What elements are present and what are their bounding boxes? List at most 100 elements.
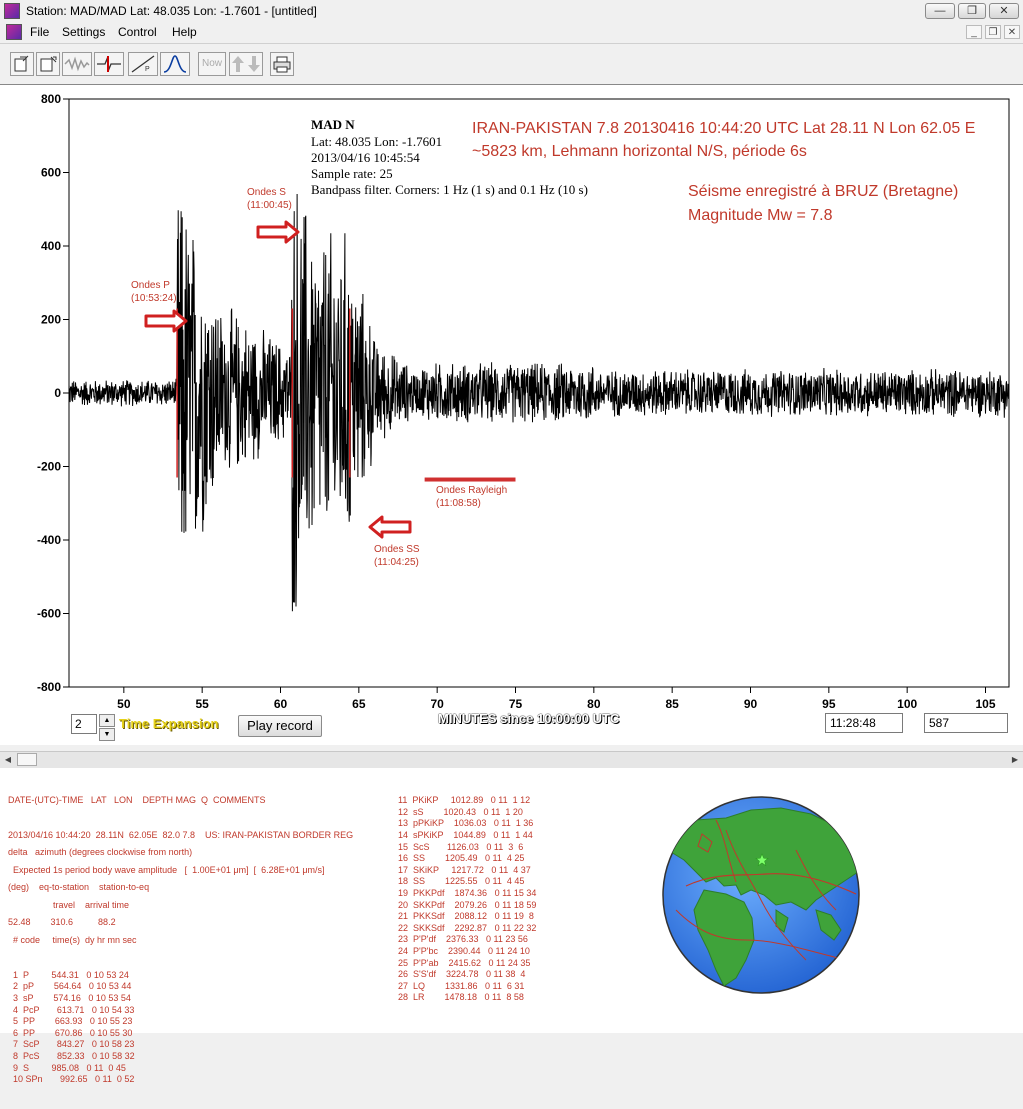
s-wave-label: Ondes S (247, 187, 286, 198)
event-title: IRAN-PAKISTAN 7.8 20130416 10:44:20 UTC … (472, 120, 975, 137)
x-tick-label: 65 (352, 697, 366, 711)
travel-row: 19 PKKPdf 1874.36 0 11 15 34 (398, 887, 537, 898)
mdi-close-button[interactable]: ✕ (1004, 25, 1020, 39)
y-tick-label: 200 (41, 313, 61, 327)
travel-row: 13 pPKiKP 1036.03 0 11 1 36 (398, 818, 534, 829)
seismogram-trace (68, 193, 1010, 612)
pick-icon[interactable] (94, 52, 124, 76)
travel-row: 26 S'S'df 3224.78 0 11 38 4 (398, 969, 526, 980)
time-expansion-label: Time Expansion (119, 716, 219, 731)
toolbar: P Now (0, 43, 1023, 85)
app-icon (4, 3, 20, 19)
horizontal-scrollbar[interactable]: ◀ ▶ (0, 751, 1023, 769)
event-distance: ~5823 km, Lehmann horizontal N/S, périod… (472, 143, 807, 160)
window-title: Station: MAD/MAD Lat: 48.035 Lon: -1.760… (26, 4, 317, 18)
travel-row: 7 ScP 843.27 0 10 58 23 (8, 1039, 135, 1050)
x-tick-label: 100 (897, 697, 917, 711)
y-tick-label: 0 (54, 386, 61, 400)
travel-row: 11 PKiKP 1012.89 0 11 1 12 (398, 795, 531, 806)
travel-row: 28 LR 1478.18 0 11 8 58 (398, 992, 524, 1003)
clock-field[interactable]: 11:28:48 (825, 713, 903, 733)
travel-header: travel arrival time (8, 900, 130, 911)
expansion-down-button[interactable]: ▼ (99, 728, 115, 741)
travel-row: 5 PP 663.93 0 10 55 23 (8, 1016, 133, 1027)
mdi-minimize-button[interactable]: _ (966, 25, 982, 39)
event-location: Séisme enregistré à BRUZ (Bretagne) (688, 183, 958, 200)
x-tick-label: 75 (509, 697, 523, 711)
waveform-icon[interactable] (62, 52, 92, 76)
clock-value: 11:28:48 (830, 716, 876, 730)
filter-info: Bandpass filter. Corners: 1 Hz (1 s) and… (311, 182, 588, 197)
travel-row: 22 SKKSdf 2292.87 0 11 22 32 (398, 922, 537, 933)
open-file-icon[interactable] (10, 52, 34, 76)
travel-row: 10 SPn 992.65 0 11 0 52 (8, 1074, 135, 1085)
info-column-header: DATE-(UTC)-TIME LAT LON DEPTH MAG Q COMM… (8, 795, 266, 806)
delta-header: delta azimuth (degrees clockwise from no… (8, 847, 193, 858)
p-wave-time: (10:53:24) (131, 293, 177, 304)
x-tick-label: 60 (274, 697, 288, 711)
expansion-up-button[interactable]: ▲ (99, 714, 115, 727)
y-tick-label: 800 (41, 92, 61, 106)
rayleigh-marker (424, 477, 516, 482)
title-bar: Station: MAD/MAD Lat: 48.035 Lon: -1.760… (0, 0, 1023, 23)
travel-row: 21 PKKSdf 2088.12 0 11 19 8 (398, 911, 534, 922)
menu-help[interactable]: Help (172, 25, 197, 39)
minimize-button[interactable]: — (925, 3, 955, 19)
now-button[interactable]: Now (198, 52, 226, 76)
travel-row: 9 S 985.08 0 11 0 45 (8, 1062, 126, 1073)
x-tick-label: 105 (975, 697, 995, 711)
y-tick-label: 600 (41, 166, 61, 180)
x-tick-label: 50 (117, 697, 131, 711)
station-latlon: Lat: 48.035 Lon: -1.7601 (311, 134, 442, 149)
count-field[interactable]: 587 (924, 713, 1008, 733)
restore-button[interactable]: ❐ (958, 3, 986, 19)
station-label: MAD N (311, 117, 355, 132)
menu-bar: File Settings Control Help _ ❐ ✕ (0, 22, 1023, 42)
x-tick-label: 85 (665, 697, 679, 711)
y-tick-label: -400 (37, 533, 61, 547)
event-magnitude: Magnitude Mw = 7.8 (688, 207, 833, 224)
mdi-restore-button[interactable]: ❐ (985, 25, 1001, 39)
travel-row: 16 SS 1205.49 0 11 4 25 (398, 853, 525, 864)
travel-row: 27 LQ 1331.86 0 11 6 31 (398, 980, 525, 991)
travel-row: 24 P'P'bc 2390.44 0 11 24 10 (398, 945, 530, 956)
spectrum-icon[interactable] (160, 52, 190, 76)
menu-file[interactable]: File (30, 25, 49, 39)
travel-row: 2 pP 564.64 0 10 53 44 (8, 981, 132, 992)
scroll-left-arrow[interactable]: ◀ (0, 752, 16, 768)
travel-row: 6 PP 670.86 0 10 55 30 (8, 1027, 133, 1038)
play-record-button[interactable]: Play record (238, 715, 322, 737)
document-icon[interactable] (6, 24, 22, 40)
up-down-arrows-icon[interactable] (229, 52, 263, 76)
travel-row: 4 PcP 613.71 0 10 54 33 (8, 1004, 135, 1015)
seismogram-chart[interactable]: 800 600 400 200 0 -200 -400 -600 -800 50 55 60 65 70… (0, 85, 1023, 745)
travel-table-continued: 11 PKiKP 1012.89 0 11 1 12 12 sS 1020.43 … (398, 772, 536, 1027)
filter-icon[interactable]: P (128, 52, 158, 76)
printer-icon[interactable] (270, 52, 294, 76)
arrow-ss (368, 515, 412, 539)
save-file-icon[interactable] (36, 52, 60, 76)
s-wave-time: (11:00:45) (247, 200, 292, 211)
x-tick-label: 80 (587, 697, 601, 711)
record-datetime: 2013/04/16 10:45:54 (311, 150, 420, 165)
rayleigh-wave-time: (11:08:58) (436, 498, 481, 509)
x-axis-label: MINUTES since 10:00:00 UTC (438, 711, 620, 726)
close-button[interactable]: ✕ (989, 3, 1019, 19)
travel-row: 8 PcS 852.33 0 10 58 32 (8, 1050, 135, 1061)
travel-row: 3 sP 574.16 0 10 53 54 (8, 992, 131, 1003)
expansion-value: 2 (75, 717, 82, 731)
travel-row: 23 P'P'df 2376.33 0 11 23 56 (398, 934, 528, 945)
travel-row: 12 sS 1020.43 0 11 1 20 (398, 806, 523, 817)
y-tick-label: -800 (37, 680, 61, 694)
arrow-s (256, 220, 300, 244)
sample-rate: Sample rate: 25 (311, 166, 393, 181)
count-value: 587 (929, 716, 950, 730)
menu-control[interactable]: Control (118, 25, 157, 39)
menu-settings[interactable]: Settings (62, 25, 105, 39)
seismogram-panel: 800 600 400 200 0 -200 -400 -600 -800 50 55 60 65 70… (0, 84, 1023, 745)
x-tick-label: 90 (744, 697, 758, 711)
expansion-field[interactable]: 2 (71, 714, 97, 734)
y-tick-label: 400 (41, 239, 61, 253)
scroll-thumb[interactable] (17, 753, 37, 766)
scroll-right-arrow[interactable]: ▶ (1007, 752, 1023, 768)
